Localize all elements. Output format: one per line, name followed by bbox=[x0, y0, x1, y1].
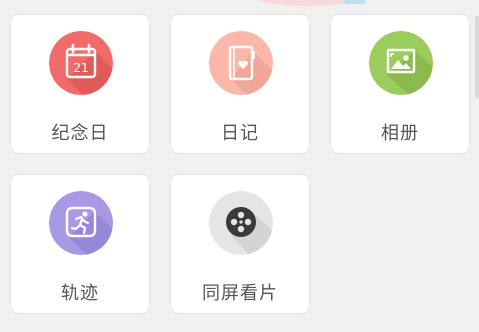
photo-album-tile[interactable]: 相册 bbox=[330, 14, 470, 154]
calendar-day-number: 21 bbox=[73, 61, 88, 75]
diary-label: 日记 bbox=[221, 123, 259, 144]
features-page: 21 纪念日 日记 相册 轨迹 同屏看片 bbox=[0, 0, 479, 332]
watch-together-tile[interactable]: 同屏看片 bbox=[170, 174, 310, 314]
running-person-icon bbox=[49, 191, 113, 255]
diary-tile[interactable]: 日记 bbox=[170, 14, 310, 154]
scrollbar[interactable] bbox=[475, 16, 479, 98]
top-banner-decoration-accent bbox=[344, 0, 366, 4]
photo-album-label: 相册 bbox=[381, 123, 419, 144]
anniversary-tile[interactable]: 21 纪念日 bbox=[10, 14, 150, 154]
track-tile[interactable]: 轨迹 bbox=[10, 174, 150, 314]
watch-together-label: 同屏看片 bbox=[202, 283, 278, 304]
film-reel-icon bbox=[209, 191, 273, 255]
diary-icon bbox=[209, 31, 273, 95]
anniversary-label: 纪念日 bbox=[51, 123, 109, 144]
photo-album-icon bbox=[369, 31, 433, 95]
track-label: 轨迹 bbox=[61, 283, 99, 304]
calendar-icon: 21 bbox=[49, 31, 113, 95]
